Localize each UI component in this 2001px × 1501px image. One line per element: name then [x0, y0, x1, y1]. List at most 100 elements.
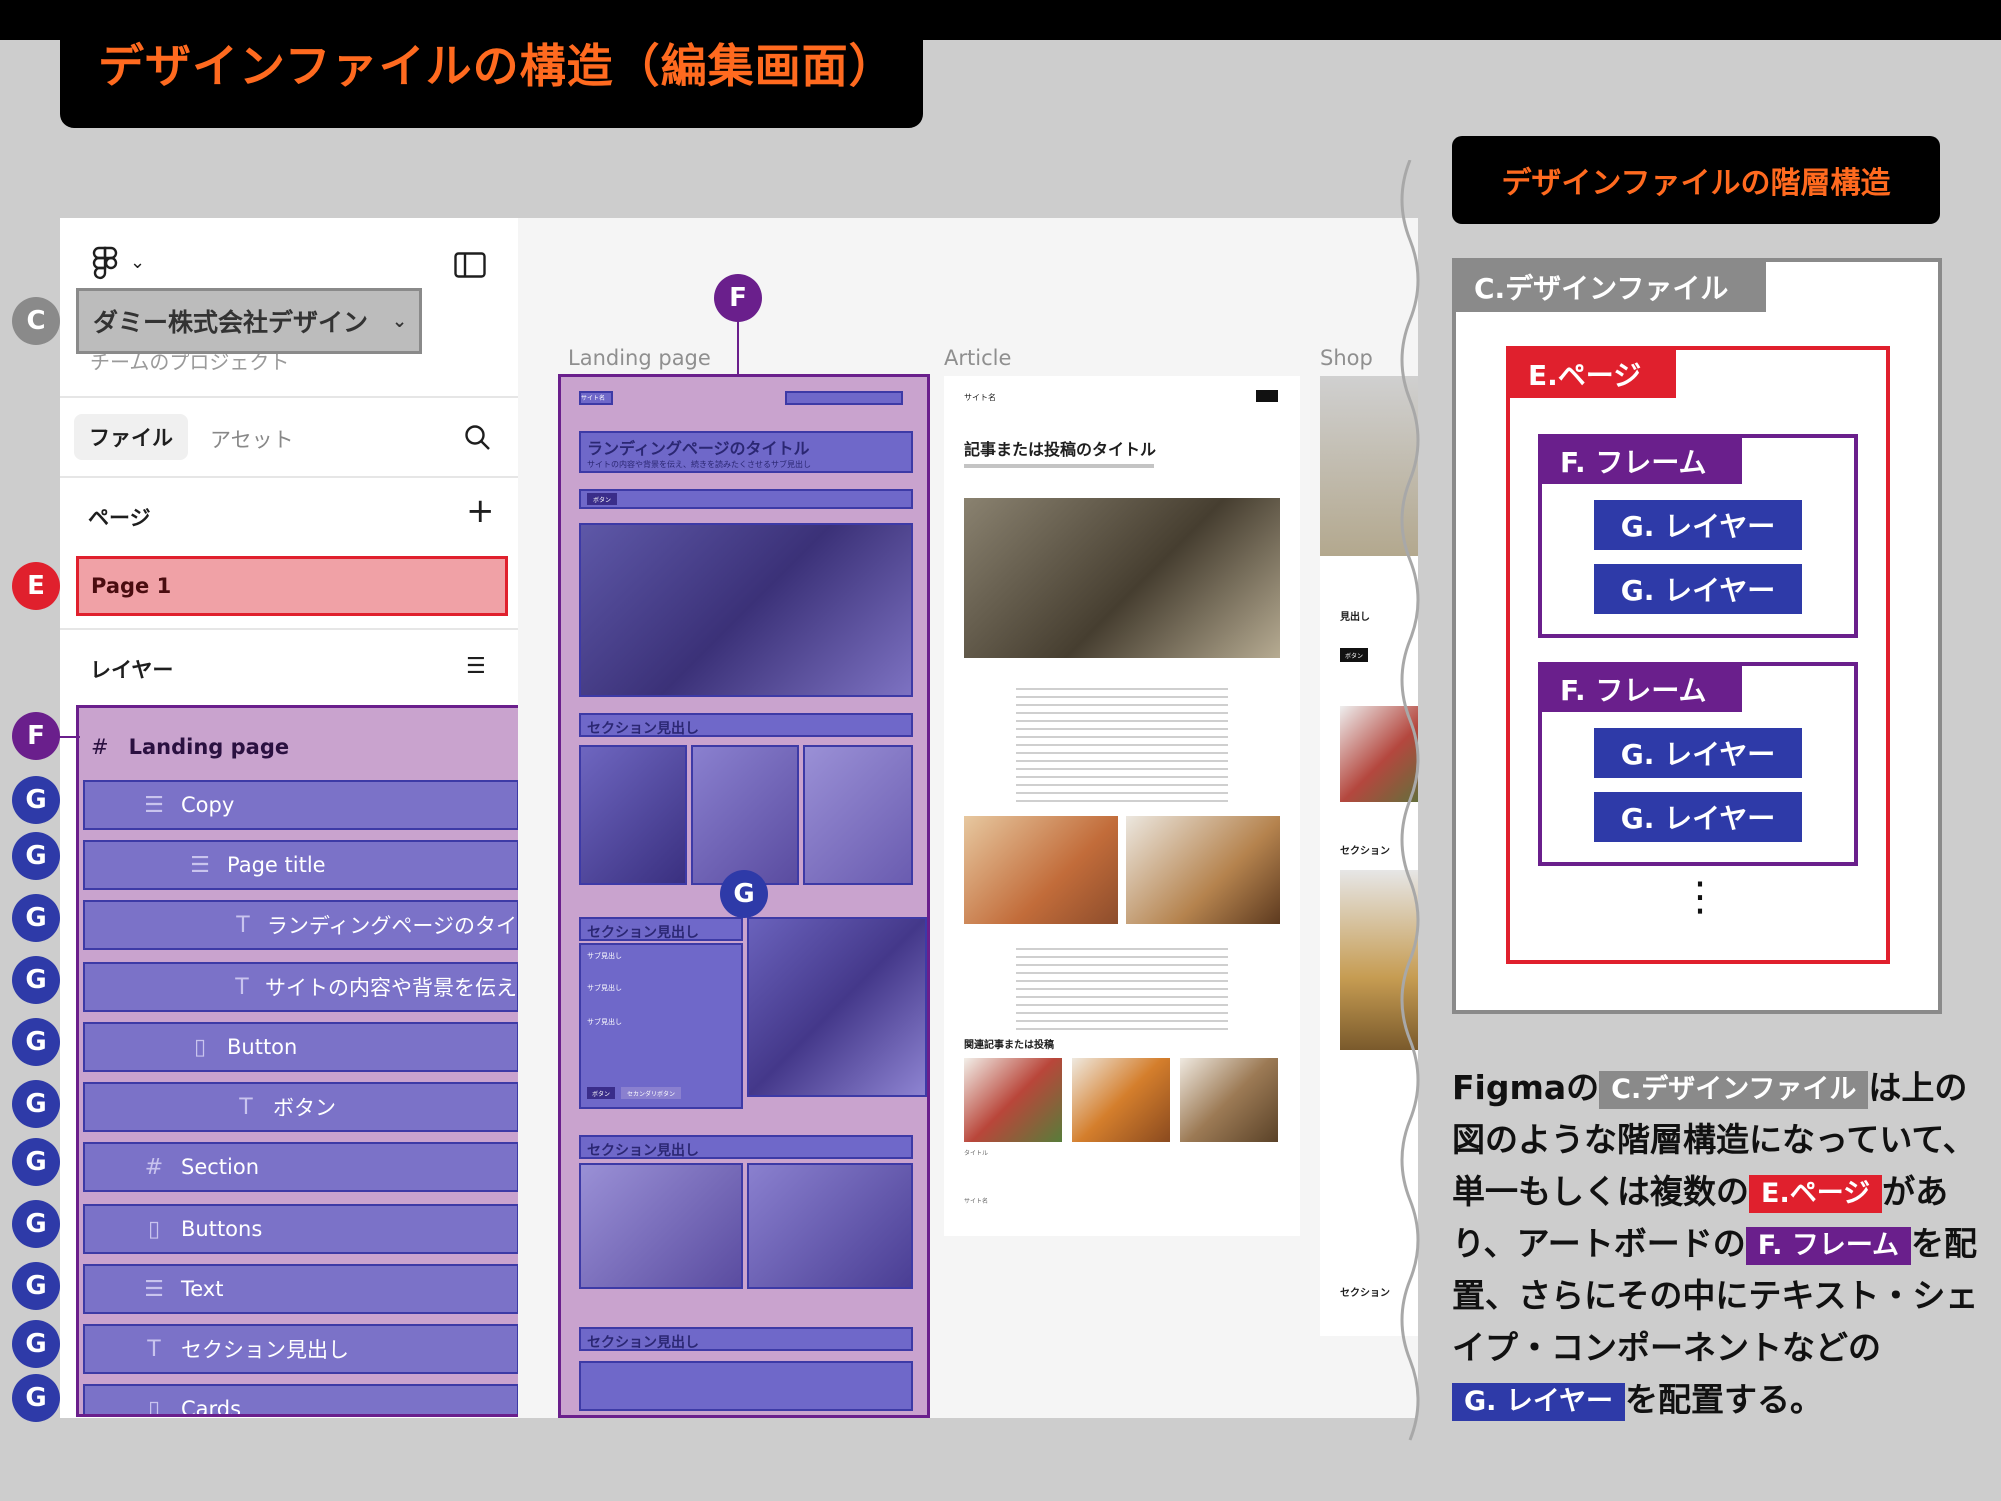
- layer-row-button[interactable]: ▯ Button: [83, 1022, 519, 1072]
- page-item-page1[interactable]: Page 1: [76, 556, 508, 616]
- layer-label: Page title: [227, 853, 326, 877]
- design-canvas: Landing page Article Shop サイト名 記事または投稿のタ…: [518, 218, 1418, 1418]
- page-label: E.ページ: [1510, 350, 1676, 398]
- landing-nav-site: サイト名: [579, 391, 613, 405]
- landing-title: ランディングページのタイトル: [587, 439, 810, 458]
- marker-f-canvas: F: [714, 274, 762, 322]
- marker-g: G: [12, 1374, 60, 1422]
- layer-options-icon[interactable]: ☰: [466, 654, 486, 679]
- marker-g: G: [12, 956, 60, 1004]
- article-footer-site: サイト名: [964, 1198, 989, 1205]
- divider: [60, 628, 518, 630]
- layer-row-button-text[interactable]: T ボタン: [83, 1082, 519, 1132]
- layer-row-section[interactable]: # Section: [83, 1142, 519, 1192]
- text-icon: T: [147, 1336, 161, 1362]
- frame-label: F. フレーム: [1542, 438, 1742, 484]
- frame-label-article[interactable]: Article: [944, 346, 1011, 370]
- layer-row-landing-page[interactable]: # Landing page: [91, 724, 289, 770]
- hierarchy-title: デザインファイルの階層構造: [1452, 136, 1940, 224]
- landing-section-2-image: [747, 917, 927, 1097]
- marker-g: G: [12, 1138, 60, 1186]
- divider: [60, 396, 518, 398]
- section-heading: セクション見出し: [587, 721, 699, 737]
- chevron-down-icon[interactable]: ⌄: [130, 252, 145, 273]
- file-name-box[interactable]: ダミー株式会社デザイン ⌄: [76, 288, 422, 354]
- layer-label: Buttons: [181, 1217, 263, 1241]
- article-image-1: [964, 816, 1118, 924]
- secondary-button: セカンダリボタン: [621, 1087, 681, 1099]
- page-box: E.ページ F. フレーム G. レイヤー G. レイヤー F. フレーム G.…: [1506, 346, 1890, 964]
- landing-hero-image: [579, 523, 913, 697]
- layer-label: Button: [227, 1035, 298, 1059]
- file-name: ダミー株式会社デザイン: [93, 308, 369, 337]
- frame-icon: #: [144, 1154, 164, 1180]
- search-icon[interactable]: [464, 424, 492, 456]
- layer-row-text[interactable]: ☰ Text: [83, 1264, 519, 1314]
- marker-g: G: [12, 1080, 60, 1128]
- article-site-name: サイト名: [964, 393, 996, 402]
- tab-file[interactable]: ファイル: [74, 414, 188, 460]
- shop-heading: 見出し: [1340, 612, 1370, 623]
- marker-g: G: [12, 1200, 60, 1248]
- section-card-image: [579, 1163, 743, 1289]
- desc-text: を配置する。: [1625, 1380, 1824, 1419]
- landing-button: ボタン: [587, 1087, 615, 1099]
- text-stack-icon: ☰: [190, 852, 210, 878]
- layer-label: G. レイヤー: [1594, 500, 1802, 550]
- card-title: タイトル: [964, 1150, 989, 1157]
- frame-icon: #: [91, 735, 109, 759]
- layer-label: セクション見出し: [181, 1338, 349, 1362]
- related-image-2: [1072, 1058, 1170, 1142]
- marker-g: G: [12, 776, 60, 824]
- landing-section-4: セクション見出し: [579, 1327, 913, 1351]
- design-file-box: C.デザインファイル E.ページ F. フレーム G. レイヤー G. レイヤー…: [1452, 258, 1942, 1014]
- layer-row-page-title[interactable]: ☰ Page title: [83, 840, 519, 890]
- layer-label: G. レイヤー: [1594, 728, 1802, 778]
- layer-tag: G. レイヤー: [1452, 1382, 1626, 1421]
- panel-toggle-icon[interactable]: [454, 252, 486, 282]
- design-file-label: C.デザインファイル: [1456, 262, 1766, 312]
- text-stack-icon: ☰: [144, 792, 164, 818]
- frame-label-shop[interactable]: Shop: [1320, 346, 1373, 370]
- layer-row-buttons[interactable]: ▯ Buttons: [83, 1204, 519, 1254]
- landing-nav-links: [785, 391, 903, 405]
- section-card-image: [747, 1163, 913, 1289]
- sub-heading: サブ見出し: [587, 984, 622, 992]
- sub-heading: サブ見出し: [587, 1018, 622, 1026]
- marker-c: C: [12, 297, 60, 345]
- section-card-image: [691, 745, 799, 885]
- layer-label: サイトの内容や背景を伝え: [265, 976, 517, 1000]
- article-hero-image: [964, 498, 1280, 658]
- layer-label: Text: [181, 1277, 224, 1301]
- layer-row-cards[interactable]: ▯ Cards: [83, 1384, 519, 1414]
- related-image-3: [1180, 1058, 1278, 1142]
- marker-g: G: [12, 1262, 60, 1310]
- layer-row-section-heading[interactable]: T セクション見出し: [83, 1324, 519, 1374]
- frame-tag: F. フレーム: [1745, 1226, 1912, 1265]
- landing-button: ボタン: [587, 493, 617, 505]
- related-heading: 関連記事または投稿: [964, 1040, 1054, 1051]
- layer-row-copy[interactable]: ☰ Copy: [83, 780, 519, 830]
- ellipsis-icon: ⋮: [1680, 874, 1720, 920]
- marker-g: G: [12, 894, 60, 942]
- article-lead-line: [964, 464, 1154, 468]
- layer-label: G. レイヤー: [1594, 564, 1802, 614]
- layer-row-title-text[interactable]: T ランディングページのタイ: [83, 900, 519, 950]
- landing-button-row: ボタン: [579, 489, 913, 509]
- landing-copy-box: ランディングページのタイトル サイトの内容や背景を伝え、続きを読みたくさせるサブ…: [579, 431, 913, 473]
- marker-e: E: [12, 562, 60, 610]
- article-body-text: [1016, 682, 1228, 802]
- layer-label: ランディングページのタイ: [266, 914, 517, 938]
- text-icon: T: [239, 1094, 253, 1120]
- figma-logo-icon[interactable]: [92, 246, 118, 286]
- page-tag: E.ページ: [1749, 1174, 1883, 1213]
- frame-label-landing[interactable]: Landing page: [568, 346, 711, 370]
- marker-g-canvas: G: [720, 870, 768, 918]
- article-frame[interactable]: サイト名 記事または投稿のタイトル 関連記事または投稿 タイトル サイト名: [944, 376, 1300, 1236]
- tab-assets[interactable]: アセット: [210, 424, 294, 454]
- add-page-icon[interactable]: +: [466, 494, 495, 528]
- layer-row-subtitle-text[interactable]: T サイトの内容や背景を伝え: [83, 962, 519, 1012]
- landing-testimonials: [579, 1361, 913, 1411]
- marker-g: G: [12, 1018, 60, 1066]
- landing-section-1: セクション見出し: [579, 713, 913, 737]
